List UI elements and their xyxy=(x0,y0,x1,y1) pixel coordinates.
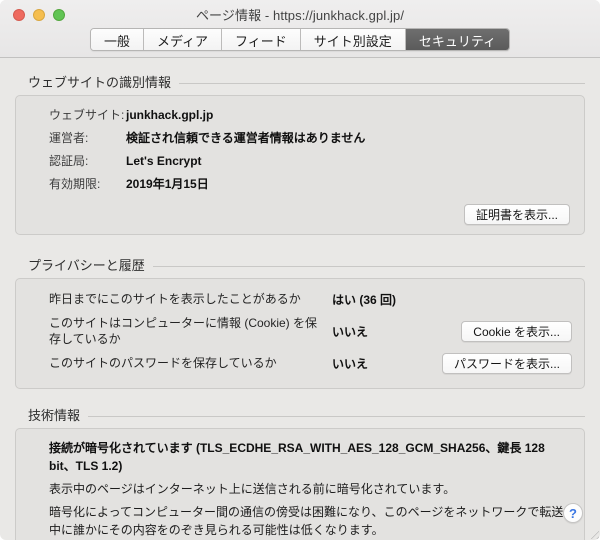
identity-groupbox: ウェブサイト: junkhack.gpl.jp 運営者: 検証され信頼できる運営… xyxy=(15,95,585,235)
encryption-description-2: 暗号化によってコンピューター間の通信の傍受は困難になり、このページをネットワーク… xyxy=(49,504,564,538)
section-divider xyxy=(88,415,585,417)
website-field-value: junkhack.gpl.jp xyxy=(126,108,214,122)
cookies-button-cell: Cookie を表示... xyxy=(460,320,572,342)
passwords-button-cell: パスワードを表示... xyxy=(441,352,572,374)
identity-fields: ウェブサイト: junkhack.gpl.jp 運営者: 検証され信頼できる運営… xyxy=(49,104,570,195)
security-panel: ウェブサイトの識別情報 ウェブサイト: junkhack.gpl.jp 運営者:… xyxy=(0,58,600,540)
tab-feeds[interactable]: フィード xyxy=(222,29,301,50)
question-mark-icon: ? xyxy=(569,505,577,521)
expires-field-label: 有効期限: xyxy=(49,177,101,191)
help-button[interactable]: ? xyxy=(563,503,583,523)
passwords-answer-value: いいえ xyxy=(332,356,369,371)
cookies-answer-value: いいえ xyxy=(332,324,369,339)
view-certificate-button[interactable]: 証明書を表示... xyxy=(463,204,570,225)
verifier-field-value: Let's Encrypt xyxy=(126,154,202,168)
identity-section-title: ウェブサイトの識別情報 xyxy=(28,75,172,90)
tab-bar: 一般 メディア フィード サイト別設定 セキュリティ xyxy=(0,28,600,57)
privacy-section-header: プライバシーと履歴 xyxy=(28,255,585,274)
encryption-description-1: 表示中のページはインターネット上に送信される前に暗号化されています。 xyxy=(49,482,456,496)
history-question-label: 昨日までにこのサイトを表示したことがあるか xyxy=(49,292,301,306)
technical-groupbox: 接続が暗号化されています (TLS_ECDHE_RSA_WITH_AES_128… xyxy=(15,428,585,540)
encryption-status-heading: 接続が暗号化されています (TLS_ECDHE_RSA_WITH_AES_128… xyxy=(49,441,545,473)
history-row: 昨日までにこのサイトを表示したことがあるか はい (36 回) xyxy=(49,286,572,312)
close-window-icon[interactable] xyxy=(13,9,25,21)
tab-segmented-control: 一般 メディア フィード サイト別設定 セキュリティ xyxy=(89,28,511,51)
tab-media[interactable]: メディア xyxy=(143,29,223,50)
page-info-window: ページ情報 - https://junkhack.gpl.jp/ 一般 メディア… xyxy=(0,0,600,540)
view-cookies-button[interactable]: Cookie を表示... xyxy=(461,320,572,342)
privacy-groupbox: 昨日までにこのサイトを表示したことがあるか はい (36 回) このサイトはコン… xyxy=(15,278,585,389)
identity-section-header: ウェブサイトの識別情報 xyxy=(28,72,585,91)
identity-footer: 証明書を表示... xyxy=(49,204,570,225)
owner-field-label: 運営者: xyxy=(49,131,89,145)
window-title: ページ情報 - https://junkhack.gpl.jp/ xyxy=(195,7,405,23)
passwords-row: このサイトのパスワードを保存しているか いいえ パスワードを表示... xyxy=(49,350,572,376)
tab-security[interactable]: セキュリティ xyxy=(405,29,510,50)
owner-field-value: 検証され信頼できる運営者情報はありません xyxy=(126,131,366,145)
technical-section-title: 技術情報 xyxy=(28,408,81,423)
website-field-label: ウェブサイト: xyxy=(49,108,125,122)
cookies-row: このサイトはコンピューターに情報 (Cookie) を保存しているか いいえ C… xyxy=(49,312,572,350)
minimize-window-icon[interactable] xyxy=(33,9,45,21)
traffic-lights xyxy=(13,9,65,21)
cookies-question-label: このサイトはコンピューターに情報 (Cookie) を保存しているか xyxy=(49,316,318,346)
window-chrome: ページ情報 - https://junkhack.gpl.jp/ 一般 メディア… xyxy=(0,0,600,58)
privacy-section-title: プライバシーと履歴 xyxy=(28,258,145,273)
section-divider xyxy=(152,265,585,267)
passwords-question-label: このサイトのパスワードを保存しているか xyxy=(49,356,277,370)
zoom-window-icon[interactable] xyxy=(53,9,65,21)
tab-general[interactable]: 一般 xyxy=(90,29,144,50)
tab-permissions[interactable]: サイト別設定 xyxy=(300,29,406,50)
view-passwords-button[interactable]: パスワードを表示... xyxy=(441,352,572,374)
titlebar[interactable]: ページ情報 - https://junkhack.gpl.jp/ xyxy=(0,0,600,28)
technical-section-header: 技術情報 xyxy=(28,405,585,424)
section-divider xyxy=(179,82,585,84)
verifier-field-label: 認証局: xyxy=(49,154,89,168)
expires-field-value: 2019年1月15日 xyxy=(126,177,209,191)
history-answer-value: はい (36 回) xyxy=(332,292,397,307)
